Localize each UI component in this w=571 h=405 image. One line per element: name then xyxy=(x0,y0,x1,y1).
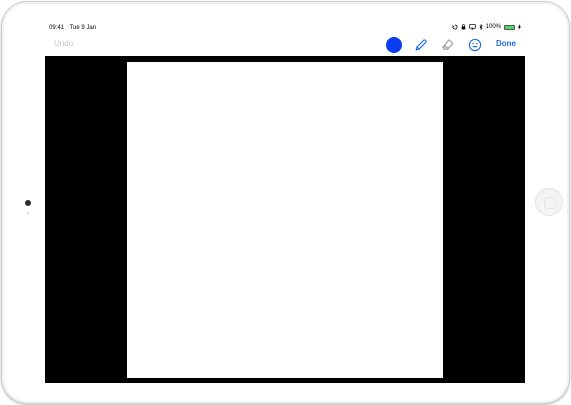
battery-icon xyxy=(504,24,515,30)
pencil-icon[interactable] xyxy=(412,36,430,54)
undo-button[interactable]: Undo xyxy=(54,39,73,48)
camera-sensor xyxy=(27,212,29,214)
drawing-canvas[interactable] xyxy=(127,62,443,378)
eraser-icon[interactable] xyxy=(439,36,457,54)
done-button[interactable]: Done xyxy=(496,39,516,48)
status-time: 09:41 xyxy=(49,25,65,31)
markup-toolbar: Undo Done xyxy=(45,34,525,56)
lock-icon xyxy=(461,24,465,30)
status-date: Tue 9 Jan xyxy=(69,25,97,31)
bluetooth-icon xyxy=(479,24,483,30)
emoji-icon[interactable] xyxy=(466,36,484,54)
color-swatch-icon[interactable] xyxy=(386,37,402,53)
screen: 09:41 Tue 9 Jan 100% Undo Done xyxy=(45,23,525,383)
status-right: 100% xyxy=(451,24,521,30)
screen-mirroring-icon xyxy=(468,24,476,30)
front-camera xyxy=(25,200,31,206)
status-bar: 09:41 Tue 9 Jan 100% xyxy=(45,23,525,34)
battery-percentage: 100% xyxy=(485,24,501,30)
rotation-lock-icon xyxy=(451,24,458,30)
status-left: 09:41 Tue 9 Jan xyxy=(49,25,100,31)
charging-icon xyxy=(518,24,521,30)
battery-level xyxy=(505,25,514,29)
home-button[interactable] xyxy=(535,188,563,216)
